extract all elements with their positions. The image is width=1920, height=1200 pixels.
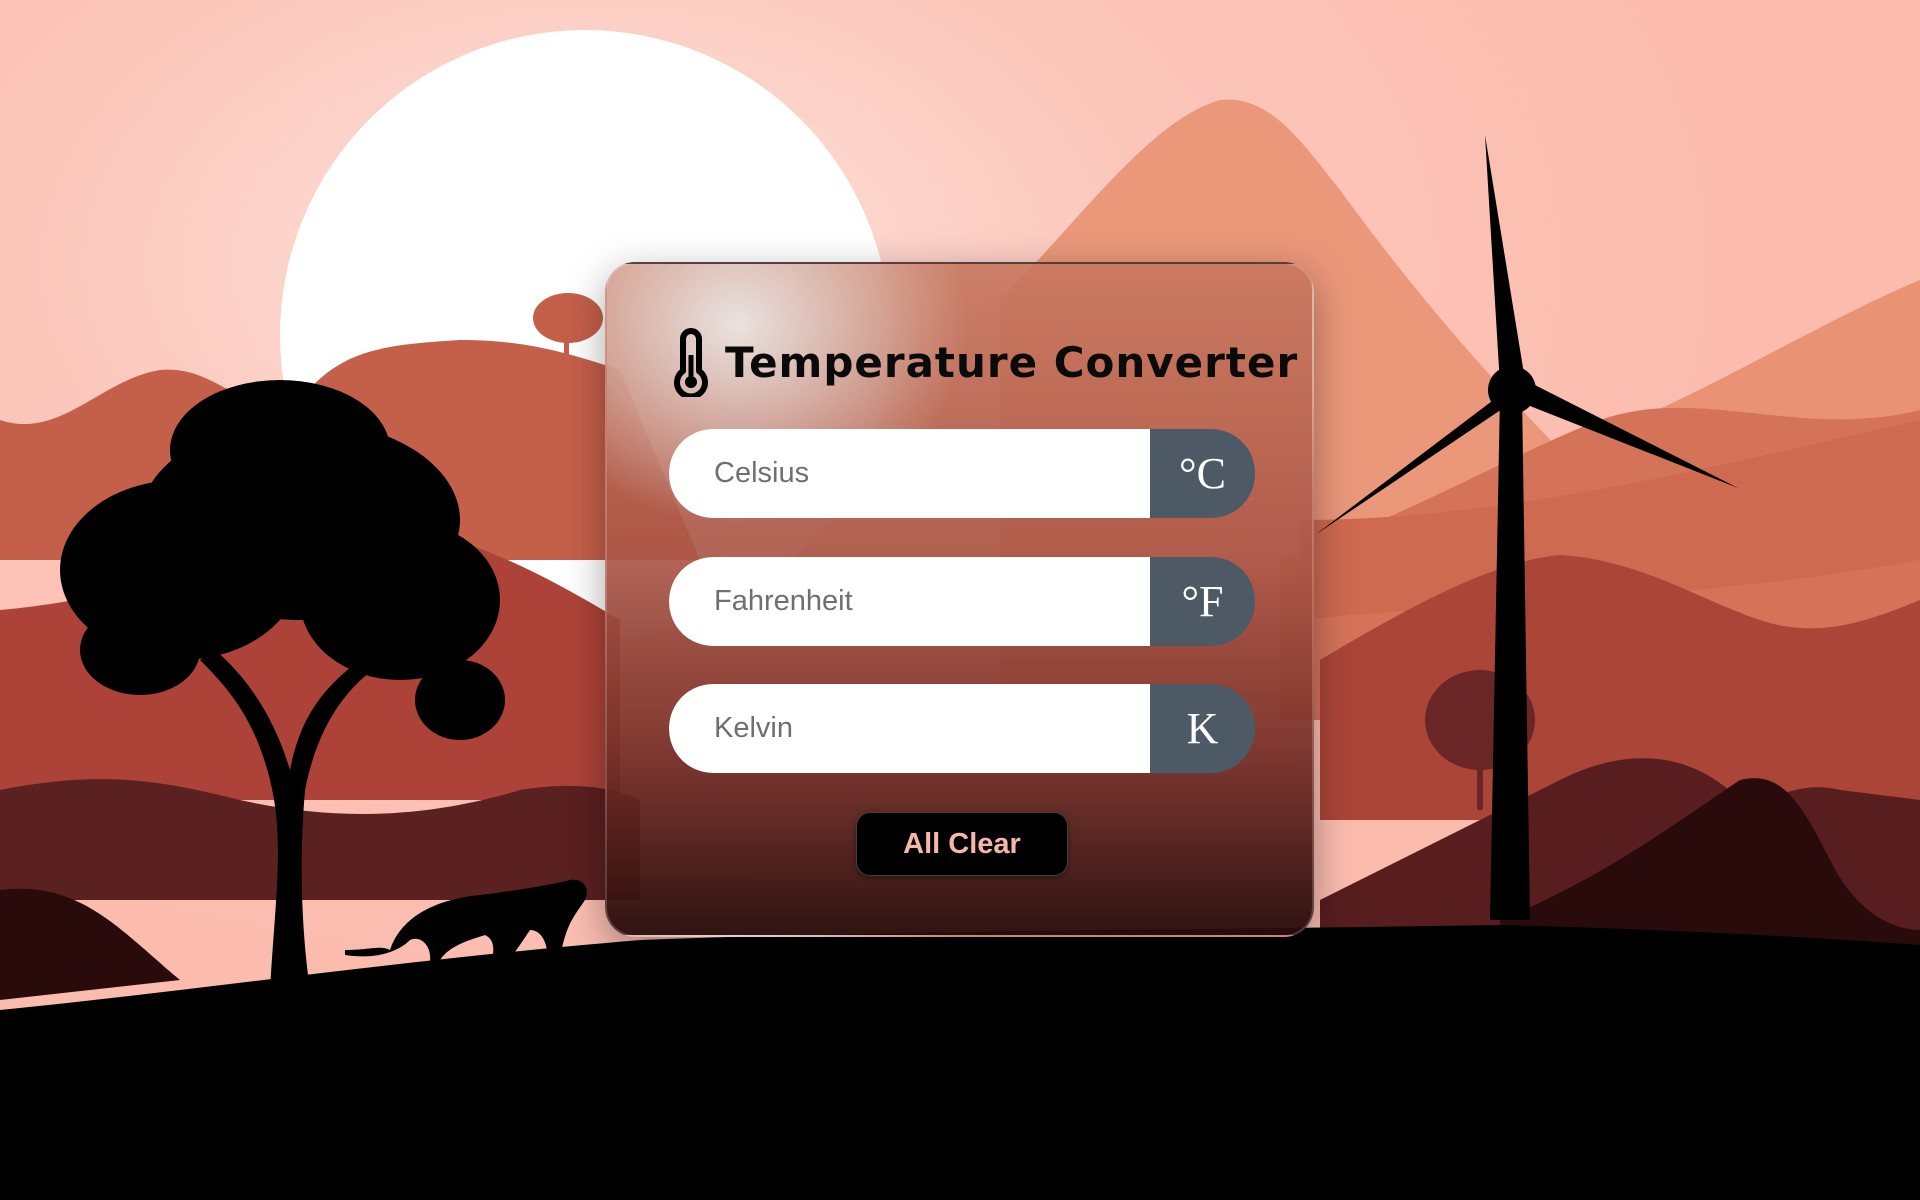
fahrenheit-field-group: °F bbox=[669, 557, 1255, 646]
page-title: Temperature Converter bbox=[725, 337, 1299, 387]
celsius-field-group: °C bbox=[669, 429, 1255, 518]
kelvin-field-group: K bbox=[669, 684, 1255, 773]
celsius-input[interactable] bbox=[669, 429, 1150, 518]
celsius-unit-label: °C bbox=[1150, 429, 1255, 518]
fahrenheit-input[interactable] bbox=[669, 557, 1150, 646]
kelvin-unit-label: K bbox=[1150, 684, 1255, 773]
thermometer-icon bbox=[674, 328, 708, 397]
all-clear-button[interactable]: All Clear bbox=[856, 812, 1068, 876]
fahrenheit-unit-label: °F bbox=[1150, 557, 1255, 646]
kelvin-input[interactable] bbox=[669, 684, 1150, 773]
header: Temperature Converter bbox=[669, 324, 1298, 400]
converter-card: Temperature Converter °C °F K All Clear bbox=[605, 262, 1314, 937]
